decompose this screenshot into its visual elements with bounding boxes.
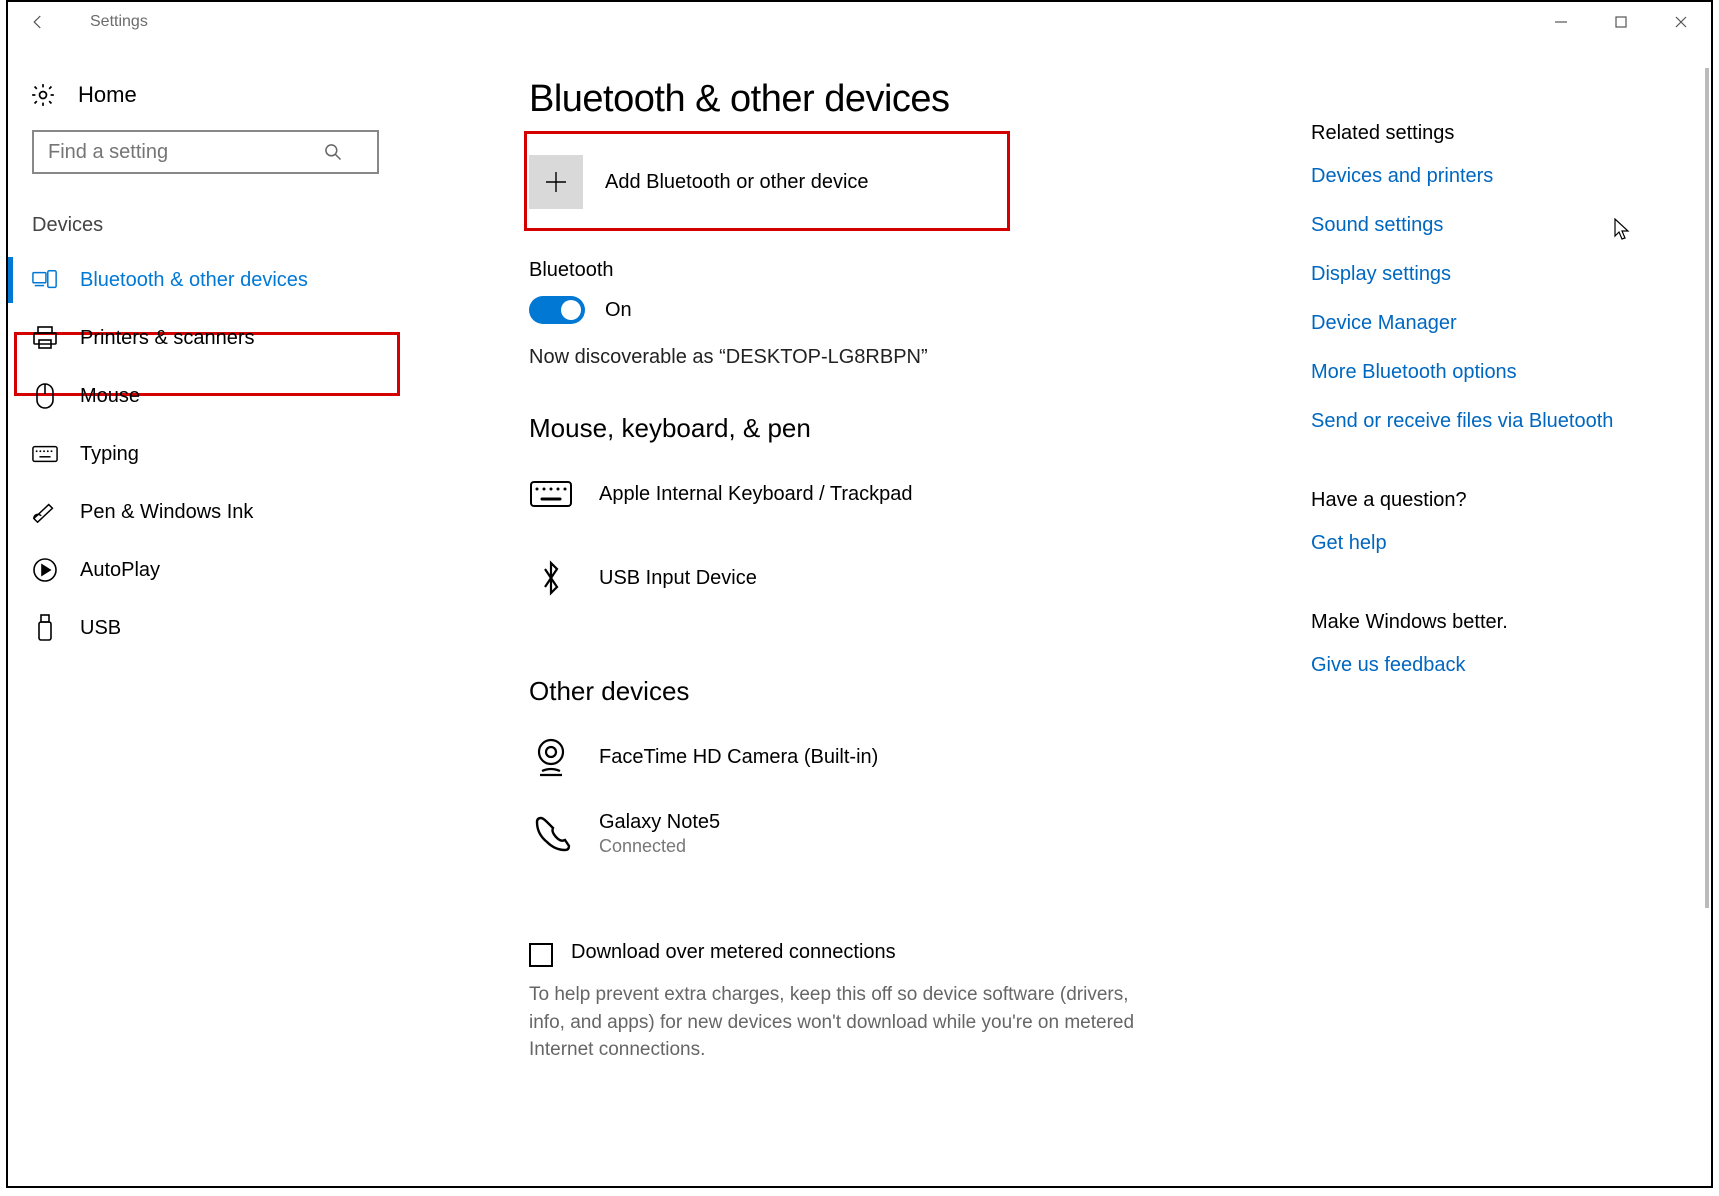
add-device-label: Add Bluetooth or other device [605,171,869,194]
link-display-settings[interactable]: Display settings [1311,263,1671,286]
window-title: Settings [90,13,148,31]
device-row[interactable]: FaceTime HD Camera (Built-in) [529,727,1271,803]
sidebar-item-usb[interactable]: USB [8,599,403,657]
sidebar-item-label: USB [80,617,121,640]
sidebar-section-label: Devices [8,214,403,251]
autoplay-icon [32,557,58,583]
keyboard-icon [32,441,58,467]
phone-icon [529,812,573,856]
bluetooth-heading: Bluetooth [529,259,1271,282]
link-more-bluetooth[interactable]: More Bluetooth options [1311,361,1671,384]
bluetooth-icon [529,556,573,600]
add-device-button[interactable]: Add Bluetooth or other device [529,145,999,219]
home-label: Home [78,82,137,108]
device-name: USB Input Device [599,567,757,590]
sidebar-item-printers[interactable]: Printers & scanners [8,309,403,367]
related-heading: Related settings [1311,122,1671,145]
home-link[interactable]: Home [8,82,403,130]
close-button[interactable] [1651,2,1711,42]
plus-icon [529,155,583,209]
right-column: Related settings Devices and printers So… [1311,42,1711,1186]
maximize-button[interactable] [1591,2,1651,42]
question-heading: Have a question? [1311,489,1671,512]
metered-label: Download over metered connections [571,941,896,964]
minimize-button[interactable] [1531,2,1591,42]
other-heading: Other devices [529,676,1271,707]
metered-help-text: To help prevent extra charges, keep this… [529,981,1149,1064]
search-icon [323,142,343,162]
mouse-icon [32,383,58,409]
bluetooth-toggle[interactable] [529,296,585,324]
sidebar-item-label: AutoPlay [80,559,160,582]
sidebar-item-label: Bluetooth & other devices [80,269,308,292]
link-feedback[interactable]: Give us feedback [1311,654,1671,677]
device-row[interactable]: USB Input Device [529,548,1271,632]
link-devices-printers[interactable]: Devices and printers [1311,165,1671,188]
camera-icon [529,735,573,779]
mkp-heading: Mouse, keyboard, & pen [529,413,1271,444]
device-status: Connected [599,836,720,857]
page-title: Bluetooth & other devices [529,78,1271,121]
link-send-receive-files[interactable]: Send or receive files via Bluetooth [1311,410,1671,433]
sidebar-item-label: Typing [80,443,139,466]
usb-icon [32,615,58,641]
feedback-heading: Make Windows better. [1311,611,1671,634]
device-name: FaceTime HD Camera (Built-in) [599,746,878,769]
keyboard-icon [529,472,573,516]
sidebar-item-label: Mouse [80,385,140,408]
device-name: Apple Internal Keyboard / Trackpad [599,483,913,506]
gear-icon [30,82,56,108]
sidebar-item-bluetooth[interactable]: Bluetooth & other devices [8,251,403,309]
scrollbar[interactable] [1705,68,1709,908]
sidebar-item-mouse[interactable]: Mouse [8,367,403,425]
sidebar: Home Devices Bluetooth & other devices [8,42,403,1186]
link-get-help[interactable]: Get help [1311,532,1671,555]
printer-icon [32,325,58,351]
link-sound-settings[interactable]: Sound settings [1311,214,1671,237]
main-content: Bluetooth & other devices Add Bluetooth … [403,42,1311,1186]
sidebar-item-typing[interactable]: Typing [8,425,403,483]
device-name: Galaxy Note5 [599,811,720,834]
toggle-state-label: On [605,299,632,322]
metered-checkbox[interactable] [529,943,553,967]
devices-icon [32,267,58,293]
back-button[interactable] [26,13,50,31]
sidebar-item-label: Pen & Windows Ink [80,501,253,524]
titlebar: Settings [8,2,1711,42]
pen-icon [32,499,58,525]
sidebar-item-pen[interactable]: Pen & Windows Ink [8,483,403,541]
sidebar-item-autoplay[interactable]: AutoPlay [8,541,403,599]
discoverable-text: Now discoverable as “DESKTOP-LG8RBPN” [529,346,1271,369]
device-row[interactable]: Apple Internal Keyboard / Trackpad [529,464,1271,548]
sidebar-item-label: Printers & scanners [80,327,255,350]
link-device-manager[interactable]: Device Manager [1311,312,1671,335]
device-row[interactable]: Galaxy Note5 Connected [529,803,1271,881]
